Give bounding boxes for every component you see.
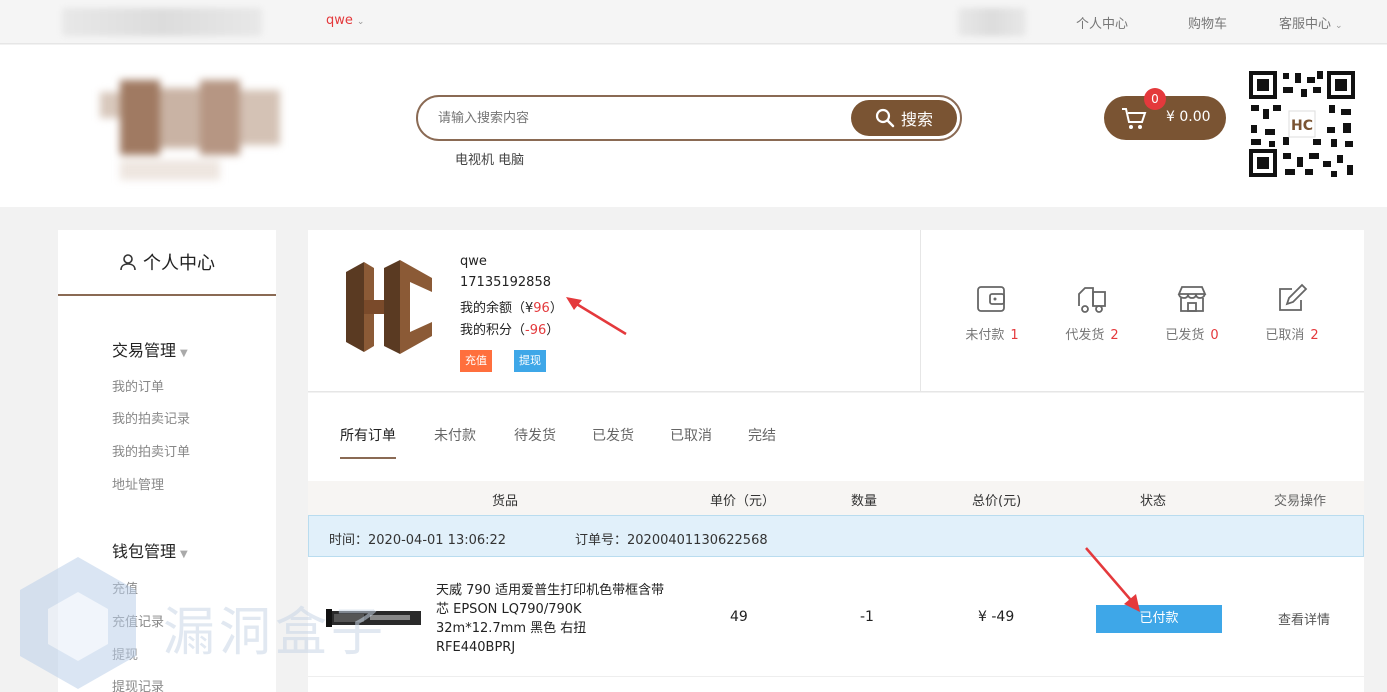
tab-unpaid[interactable]: 未付款 — [434, 425, 476, 457]
status-badge-paid[interactable]: 已付款 — [1096, 605, 1222, 633]
order-number: 订单号：20200401130622568 — [575, 533, 768, 548]
recharge-button[interactable]: 充值 — [460, 350, 492, 372]
user-balance: 我的余额（¥96） — [460, 301, 563, 316]
chevron-down-icon: ⌄ — [1335, 21, 1343, 31]
sidebar-item-recharge[interactable]: 充值 — [112, 578, 138, 597]
top-link-cart[interactable]: 购物车 — [1188, 13, 1227, 32]
sidebar-item-withdraw[interactable]: 提现 — [112, 644, 138, 663]
sidebar-item-withdraw-records[interactable]: 提现记录 — [112, 676, 164, 692]
sidebar-title: 个人中心 — [58, 230, 276, 296]
sidebar-group-wallet[interactable]: 钱包管理 ▼ — [112, 538, 188, 562]
sidebar-title-label: 个人中心 — [143, 253, 215, 274]
order-time: 时间：2020-04-01 13:06:22 — [329, 533, 507, 548]
user-points: 我的积分（-96） — [460, 323, 560, 338]
qr-code-image: HC — [1247, 69, 1357, 179]
user-icon — [120, 254, 136, 271]
caret-down-icon: ▼ — [180, 549, 188, 560]
search-input[interactable] — [438, 107, 838, 129]
search-bar: 搜索 — [416, 95, 962, 141]
tab-all-orders[interactable]: 所有订单 — [340, 425, 396, 459]
column-header-actions: 交易操作 — [1274, 494, 1327, 509]
blurred-site-name — [62, 8, 262, 36]
search-button[interactable]: 搜索 — [851, 100, 957, 136]
points-value: -96 — [525, 323, 547, 338]
view-details-link[interactable]: 查看详情 — [1278, 609, 1330, 628]
stat-cancelled[interactable]: 已取消 2 — [1252, 282, 1332, 343]
stat-shipped[interactable]: 已发货 0 — [1152, 282, 1232, 343]
shopping-cart-icon — [1122, 108, 1147, 129]
tab-to-ship[interactable]: 待发货 — [514, 425, 556, 457]
vertical-divider — [920, 230, 921, 392]
top-username: qwe — [326, 13, 353, 28]
stat-unpaid[interactable]: 未付款 1 — [952, 282, 1032, 343]
user-phone: 17135192858 — [460, 275, 551, 290]
column-header-quantity: 数量 — [851, 494, 878, 509]
user-name: qwe — [460, 254, 487, 269]
orders-table-header: 货品 单价（元） 数量 总价(元) 状态 交易操作 — [308, 481, 1364, 515]
user-avatar-logo — [346, 260, 432, 354]
quantity: -1 — [860, 609, 874, 625]
balance-value: 96 — [533, 301, 550, 316]
blurred-top-item — [958, 8, 1026, 36]
sidebar-item-recharge-records[interactable]: 充值记录 — [112, 611, 164, 630]
unit-price: 49 — [730, 609, 748, 625]
top-link-customer-service[interactable]: 客服中心 ⌄ — [1279, 13, 1343, 32]
caret-down-icon: ▼ — [180, 348, 188, 359]
tab-shipped[interactable]: 已发货 — [592, 425, 634, 457]
blurred-site-logo — [100, 80, 280, 185]
product-name[interactable]: 天威 790 适用爱普生打印机色带框含带芯 EPSON LQ790/790K 3… — [436, 581, 666, 657]
column-header-total: 总价(元) — [972, 494, 1022, 509]
order-meta-bar: 时间：2020-04-01 13:06:22 订单号：2020040113062… — [308, 515, 1364, 557]
top-link-personal-center[interactable]: 个人中心 — [1076, 13, 1128, 32]
edit-icon — [1279, 283, 1308, 311]
table-row: 天威 790 适用爱普生打印机色带框含带芯 EPSON LQ790/790K 3… — [308, 557, 1364, 677]
search-icon — [875, 108, 895, 128]
sidebar-item-my-orders[interactable]: 我的订单 — [112, 376, 164, 395]
sidebar-item-address[interactable]: 地址管理 — [112, 474, 164, 493]
site-header: 搜索 电视机 电脑 0 ¥ 0.00 HC — [0, 45, 1387, 207]
orders-panel: 所有订单 未付款 待发货 已发货 已取消 完结 货品 单价（元） 数量 总价(元… — [308, 393, 1364, 692]
chevron-down-icon: ⌄ — [356, 17, 365, 27]
personal-center-sidebar: 个人中心 交易管理 ▼ 我的订单 我的拍卖记录 我的拍卖订单 地址管理 钱包管理 ▼… — [58, 230, 276, 692]
product-thumbnail — [326, 609, 421, 627]
search-button-label: 搜索 — [900, 110, 933, 129]
store-icon — [1177, 286, 1207, 312]
column-header-unit-price: 单价（元） — [710, 494, 776, 509]
wallet-icon — [977, 286, 1005, 312]
top-bar: qwe ⌄ 个人中心 购物车 客服中心 ⌄ — [0, 0, 1387, 44]
withdraw-button[interactable]: 提现 — [514, 350, 546, 372]
stat-pending-shipment[interactable]: 代发货 2 — [1052, 282, 1132, 343]
top-username-menu[interactable]: qwe ⌄ — [326, 13, 364, 28]
total-price: ¥ -49 — [978, 609, 1015, 625]
delivery-truck-icon — [1078, 287, 1106, 313]
column-header-status: 状态 — [1140, 494, 1167, 509]
tab-cancelled[interactable]: 已取消 — [670, 425, 712, 457]
sidebar-item-auction-orders[interactable]: 我的拍卖订单 — [112, 441, 190, 460]
cart-amount: ¥ 0.00 — [1166, 109, 1211, 125]
cart-button[interactable]: 0 ¥ 0.00 — [1104, 88, 1226, 140]
tab-finished[interactable]: 完结 — [748, 425, 776, 457]
sidebar-group-trade[interactable]: 交易管理 ▼ — [112, 337, 188, 361]
column-header-goods: 货品 — [492, 494, 519, 509]
cart-count-badge: 0 — [1144, 88, 1166, 110]
user-info-panel: qwe 17135192858 我的余额（¥96） 我的积分（-96） 充值 提… — [308, 230, 1364, 392]
sidebar-item-auction-records[interactable]: 我的拍卖记录 — [112, 408, 190, 427]
hot-search-words[interactable]: 电视机 电脑 — [455, 149, 524, 168]
svg-text:HC: HC — [1291, 118, 1313, 134]
